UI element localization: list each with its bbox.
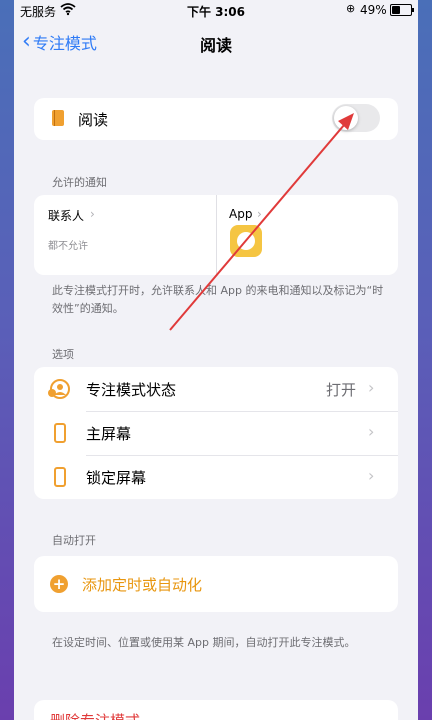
home-screen-icon	[54, 423, 66, 443]
delete-card: 删除专注模式	[34, 700, 398, 720]
people-cell[interactable]: 联系人 › 都不允许	[34, 195, 216, 275]
battery-icon	[390, 4, 414, 16]
status-time: 下午 3:06	[186, 5, 246, 19]
book-icon	[52, 110, 64, 126]
option-row-focus-status[interactable]: 专注模式状态 打开 ›	[34, 367, 398, 411]
people-label: 联系人	[48, 209, 85, 223]
options-section-label: 选项	[52, 348, 74, 361]
status-bar: 无服务 下午 3:06 ⊕ 49%	[14, 0, 418, 20]
auto-section-label: 自动打开	[52, 534, 96, 547]
focus-name: 阅读	[78, 111, 109, 129]
delete-focus-button[interactable]: 删除专注模式	[50, 710, 140, 720]
chevron-right-icon: ›	[368, 378, 375, 397]
chevron-right-icon: ›	[368, 466, 375, 485]
chevron-right-icon: ›	[368, 422, 375, 441]
app-icon	[230, 225, 262, 257]
option-row-lock-screen[interactable]: 锁定屏幕 ›	[34, 455, 398, 499]
settings-sheet: 无服务 下午 3:06 ⊕ 49% ‹ 专注模式 阅读 阅读 允许的通知 联系人…	[14, 0, 418, 720]
notifications-footer: 此专注模式打开时，允许联系人和 App 的来电和通知以及标记为“时效性”的通知。	[52, 284, 384, 315]
focus-status-icon	[48, 379, 70, 399]
chevron-right-icon: ›	[257, 207, 262, 221]
option-label: 专注模式状态	[86, 381, 177, 399]
option-label: 锁定屏幕	[86, 469, 147, 487]
notifications-card: 联系人 › 都不允许 App ›	[34, 195, 398, 275]
focus-toggle[interactable]	[332, 104, 380, 132]
battery-percent: 49%	[360, 3, 387, 17]
apps-label: App	[229, 207, 253, 221]
options-card: 专注模式状态 打开 › 主屏幕 › 锁定屏幕 ›	[34, 367, 398, 499]
option-label: 主屏幕	[86, 425, 132, 443]
people-sub: 都不允许	[48, 241, 88, 252]
lock-rotation-icon: ⊕	[346, 2, 356, 15]
focus-toggle-card: 阅读	[34, 98, 398, 140]
auto-card: + 添加定时或自动化	[34, 556, 398, 612]
chevron-right-icon: ›	[90, 207, 95, 221]
notifications-section-label: 允许的通知	[52, 176, 107, 189]
add-icon: +	[50, 575, 68, 593]
auto-footer: 在设定时间、位置或使用某 App 期间，自动打开此专注模式。	[52, 636, 356, 649]
option-value: 打开	[326, 381, 357, 399]
add-automation-button[interactable]: 添加定时或自动化	[82, 574, 202, 595]
page-title: 阅读	[199, 36, 232, 55]
lock-screen-icon	[54, 467, 66, 487]
option-row-home-screen[interactable]: 主屏幕 ›	[34, 411, 398, 455]
